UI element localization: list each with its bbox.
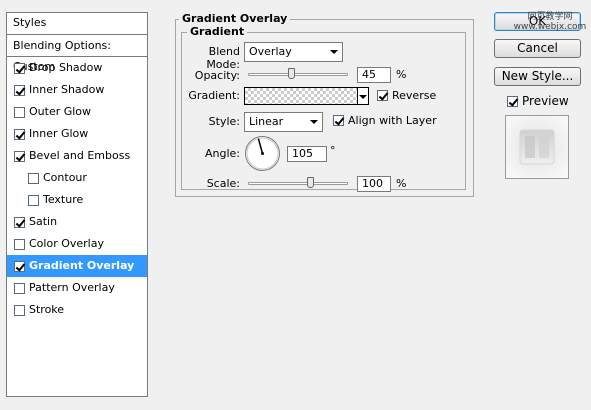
texture-checkbox[interactable] [28,194,39,206]
scale-unit: % [396,177,407,190]
blending-options-item[interactable]: Blending Options: Custom [7,35,147,73]
preview-swatch-graphic [506,116,568,178]
opacity-slider-track[interactable] [248,73,348,76]
satin-checkbox[interactable] [14,216,25,228]
style-item-inner-glow[interactable]: Inner Glow [7,123,147,145]
angle-input[interactable]: 105 [287,146,327,162]
style-item-label: Bevel and Emboss [29,149,131,162]
style-item-label: Stroke [29,303,65,316]
style-item-label: Contour [43,171,87,184]
style-item-label: Satin [29,215,58,228]
scale-slider-track[interactable] [248,182,348,185]
style-item-label: Outer Glow [29,105,92,118]
cancel-button[interactable]: Cancel [494,39,581,58]
styles-list-panel: Styles Blending Options: Custom Drop Sha… [6,12,148,397]
reverse-label: Reverse [392,89,437,102]
style-item-contour[interactable]: Contour [7,167,147,189]
drop-shadow-checkbox[interactable] [14,62,25,74]
bevel-and-emboss-checkbox[interactable] [14,150,25,162]
opacity-label: Opacity: [194,69,240,82]
new-style-button[interactable]: New Style... [494,67,581,86]
preview-option[interactable]: Preview [507,94,569,108]
style-preview-thumbnail [505,115,569,179]
preview-label: Preview [522,94,569,108]
style-item-gradient-overlay[interactable]: Gradient Overlay [7,255,147,277]
style-item-label: Drop Shadow [29,61,103,74]
inner-glow-checkbox[interactable] [14,128,25,140]
align-with-layer-checkbox[interactable] [333,115,344,126]
blend-mode-value: Overlay [249,45,292,58]
gradient-label: Gradient: [188,89,240,102]
style-item-bevel-and-emboss[interactable]: Bevel and Emboss [7,145,147,167]
opacity-slider-thumb[interactable] [288,68,295,79]
chevron-down-icon [359,95,367,99]
scale-input[interactable]: 100 [357,176,391,192]
align-with-layer-option[interactable]: Align with Layer [333,114,437,127]
style-label: Style: [208,115,240,128]
blend-mode-select[interactable]: Overlay [244,42,343,62]
style-item-label: Inner Glow [29,127,89,140]
pattern-overlay-checkbox[interactable] [14,282,25,294]
gradient-swatch[interactable] [244,87,358,105]
angle-dial[interactable] [244,135,281,172]
blend-mode-label: Blend Mode: [206,45,240,71]
reverse-option[interactable]: Reverse [377,89,436,102]
angle-unit: ° [330,144,336,157]
opacity-input[interactable]: 45 [357,67,391,83]
angle-label: Angle: [204,147,240,160]
style-item-label: Texture [43,193,84,206]
opacity-unit: % [396,68,407,81]
chevron-down-icon [330,50,338,54]
styles-header[interactable]: Styles [7,13,147,35]
align-with-layer-label: Align with Layer [348,114,437,127]
scale-slider-thumb[interactable] [307,177,314,188]
chevron-down-icon [310,120,318,124]
style-value: Linear [249,115,284,128]
preview-checkbox[interactable] [507,95,518,107]
inner-shadow-checkbox[interactable] [14,84,25,96]
stroke-checkbox[interactable] [14,304,25,316]
style-item-label: Pattern Overlay [29,281,115,294]
section-subtitle: Gradient [187,25,248,38]
style-item-color-overlay[interactable]: Color Overlay [7,233,147,255]
style-item-pattern-overlay[interactable]: Pattern Overlay [7,277,147,299]
style-item-inner-shadow[interactable]: Inner Shadow [7,79,147,101]
style-item-stroke[interactable]: Stroke [7,299,147,321]
gradient-overlay-checkbox[interactable] [14,260,25,272]
style-select[interactable]: Linear [244,112,323,132]
contour-checkbox[interactable] [28,172,39,184]
style-item-label: Color Overlay [29,237,104,250]
style-item-label: Gradient Overlay [29,259,135,272]
watermark-text: 网页教学网 www.webjx.com [513,12,587,32]
style-item-satin[interactable]: Satin [7,211,147,233]
style-item-outer-glow[interactable]: Outer Glow [7,101,147,123]
section-title: Gradient Overlay [179,12,291,25]
reverse-checkbox[interactable] [377,90,388,101]
color-overlay-checkbox[interactable] [14,238,25,250]
style-item-label: Inner Shadow [29,83,105,96]
scale-label: Scale: [206,177,240,190]
gradient-picker-dropdown[interactable] [357,87,369,105]
outer-glow-checkbox[interactable] [14,106,25,118]
style-item-texture[interactable]: Texture [7,189,147,211]
